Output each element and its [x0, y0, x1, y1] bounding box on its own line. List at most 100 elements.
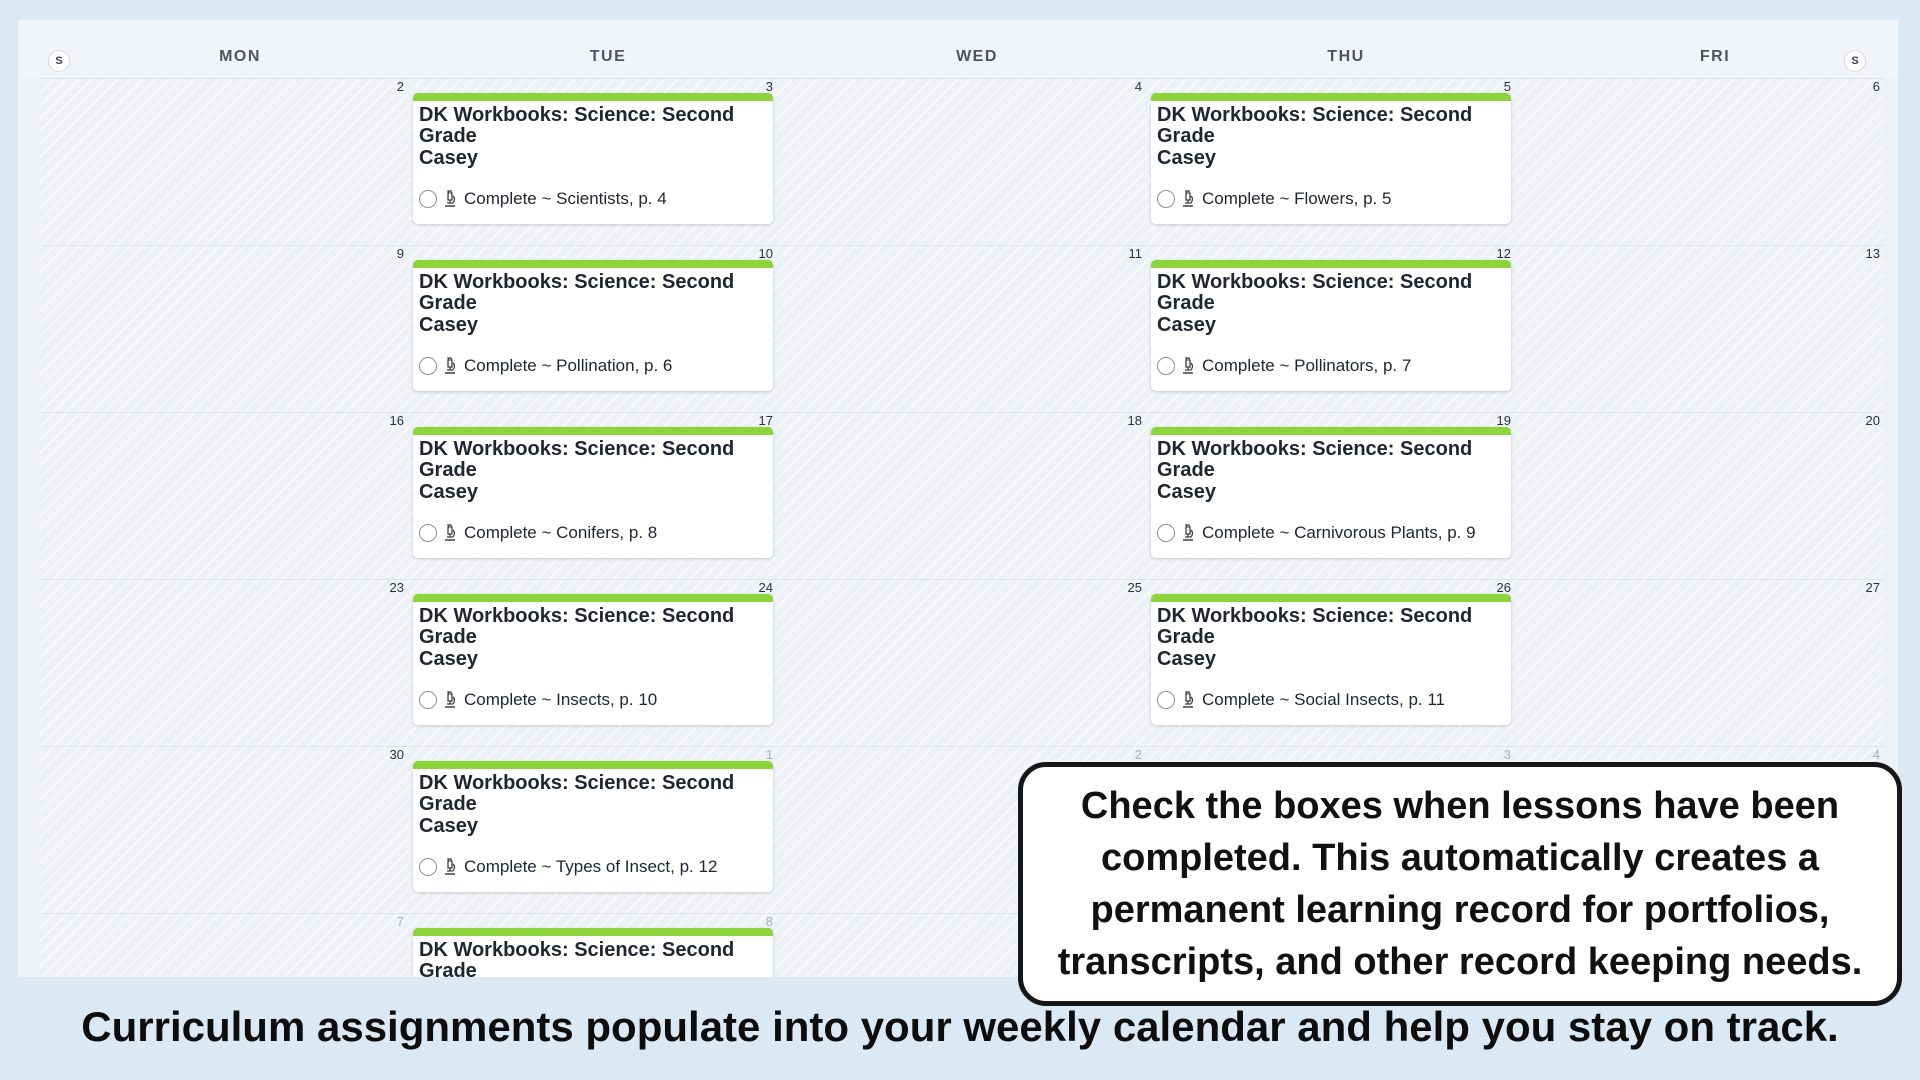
date-number: 13: [1865, 246, 1880, 261]
complete-checkbox[interactable]: [419, 524, 437, 542]
task-label: Complete ~ Insects, p. 10: [464, 690, 658, 709]
assignment-event[interactable]: DK Workbooks: Science: Second Grade Casey…: [413, 427, 773, 558]
event-title: DK Workbooks: Science: Second Grade: [419, 939, 735, 978]
assignment-event[interactable]: DK Workbooks: Science: Second Grade Casey…: [413, 260, 773, 391]
task-label: Complete ~ Scientists, p. 4: [464, 189, 667, 208]
event-student: Casey: [419, 815, 478, 837]
day-cell[interactable]: 27: [1516, 579, 1884, 746]
task-row: Complete ~ Pollinators, p. 7: [1157, 356, 1411, 376]
day-cell[interactable]: 4: [778, 78, 1146, 245]
date-number: 16: [389, 413, 404, 428]
task-row: Complete ~ Scientists, p. 4: [419, 189, 667, 209]
task-row: Complete ~ Flowers, p. 5: [1157, 189, 1391, 209]
day-header-mon: MON: [219, 48, 261, 65]
event-title: DK Workbooks: Science: Second Grade: [419, 438, 735, 481]
day-cell[interactable]: 26 DK Workbooks: Science: Second Grade Cas…: [1147, 579, 1515, 746]
day-cell[interactable]: 5 DK Workbooks: Science: Second Grade Case…: [1147, 78, 1515, 245]
assignment-event[interactable]: DK Workbooks: Science: Second Grade Casey…: [413, 761, 773, 892]
day-header-thu: THU: [1327, 48, 1365, 65]
task-row: Complete ~ Social Insects, p. 11: [1157, 690, 1445, 710]
day-header-tue: TUE: [589, 48, 627, 65]
task-label: Complete ~ Types of Insect, p. 12: [464, 857, 718, 876]
event-title: DK Workbooks: Science: Second Grade: [419, 271, 735, 314]
event-title: DK Workbooks: Science: Second Grade: [1157, 438, 1473, 481]
day-cell[interactable]: 7: [40, 913, 408, 977]
show-saturday-toggle[interactable]: S: [1844, 50, 1866, 72]
complete-checkbox[interactable]: [1157, 190, 1175, 208]
event-title: DK Workbooks: Science: Second Grade: [1157, 271, 1473, 314]
assignment-event[interactable]: DK Workbooks: Science: Second Grade Casey…: [1151, 260, 1511, 391]
day-cell[interactable]: 24 DK Workbooks: Science: Second Grade Cas…: [409, 579, 777, 746]
task-label: Complete ~ Social Insects, p. 11: [1202, 690, 1446, 709]
tip-callout: Check the boxes when lessons have been c…: [1018, 762, 1902, 1006]
day-cell[interactable]: 30: [40, 746, 408, 913]
date-number: 30: [389, 747, 404, 762]
page-caption: Curriculum assignments populate into you…: [81, 1003, 1839, 1050]
assignment-event[interactable]: DK Workbooks: Science: Second Grade Casey…: [1151, 93, 1511, 224]
day-cell[interactable]: 12 DK Workbooks: Science: Second Grade Cas…: [1147, 245, 1515, 412]
microscope-icon: [1183, 357, 1194, 374]
date-number: 11: [1128, 246, 1143, 261]
assignment-event[interactable]: DK Workbooks: Science: Second Grade Casey…: [1151, 427, 1511, 558]
date-number: 17: [758, 413, 773, 428]
task-row: Complete ~ Carnivorous Plants, p. 9: [1157, 523, 1476, 543]
task-row: Complete ~ Insects, p. 10: [419, 690, 657, 710]
microscope-icon: [445, 190, 456, 207]
day-header-wed: WED: [956, 48, 998, 65]
day-cell[interactable]: 6: [1516, 78, 1884, 245]
microscope-icon: [445, 858, 456, 875]
complete-checkbox[interactable]: [419, 858, 437, 876]
task-label: Complete ~ Conifers, p. 8: [464, 523, 658, 542]
date-number: 2: [396, 79, 404, 94]
assignment-event[interactable]: DK Workbooks: Science: Second Grade Casey…: [1151, 594, 1511, 725]
day-cell[interactable]: 16: [40, 412, 408, 579]
event-student: Casey: [1157, 314, 1216, 336]
day-cell[interactable]: 17 DK Workbooks: Science: Second Grade Cas…: [409, 412, 777, 579]
complete-checkbox[interactable]: [419, 357, 437, 375]
complete-checkbox[interactable]: [419, 190, 437, 208]
complete-checkbox[interactable]: [1157, 357, 1175, 375]
task-label: Complete ~ Pollination, p. 6: [464, 356, 673, 375]
date-number: 9: [396, 246, 404, 261]
day-cell[interactable]: 2: [40, 78, 408, 245]
microscope-icon: [445, 524, 456, 541]
complete-checkbox[interactable]: [419, 691, 437, 709]
date-number: 25: [1127, 580, 1142, 595]
assignment-event[interactable]: DK Workbooks: Science: Second Grade Casey…: [413, 93, 773, 224]
day-cell[interactable]: 1 DK Workbooks: Science: Second Grade Case…: [409, 746, 777, 913]
day-cell[interactable]: 9: [40, 245, 408, 412]
date-number: 26: [1496, 580, 1511, 595]
date-number: 5: [1503, 79, 1511, 94]
task-row: Complete ~ Conifers, p. 8: [419, 523, 657, 543]
day-cell[interactable]: 18: [778, 412, 1146, 579]
microscope-icon: [1183, 524, 1194, 541]
day-cell[interactable]: 20: [1516, 412, 1884, 579]
day-cell[interactable]: 13: [1516, 245, 1884, 412]
date-number: 20: [1865, 413, 1880, 428]
task-label: Complete ~ Pollinators, p. 7: [1202, 356, 1412, 375]
event-student: Casey: [419, 147, 478, 169]
date-number: 2: [1134, 747, 1142, 762]
microscope-icon: [1183, 190, 1194, 207]
date-number: 3: [1503, 747, 1511, 762]
event-student: Casey: [1157, 147, 1216, 169]
day-cell[interactable]: 8 DK Workbooks: Science: Second Grade: [409, 913, 777, 977]
date-number: 6: [1872, 79, 1880, 94]
day-cell[interactable]: 25: [778, 579, 1146, 746]
day-cell[interactable]: 23: [40, 579, 408, 746]
assignment-event[interactable]: DK Workbooks: Science: Second Grade Casey…: [413, 594, 773, 725]
microscope-icon: [445, 357, 456, 374]
complete-checkbox[interactable]: [1157, 524, 1175, 542]
day-cell[interactable]: 3 DK Workbooks: Science: Second Grade Case…: [409, 78, 777, 245]
date-number: 1: [765, 747, 773, 762]
event-student: Casey: [419, 314, 478, 336]
day-cell[interactable]: 10 DK Workbooks: Science: Second Grade Cas…: [409, 245, 777, 412]
task-row: Complete ~ Types of Insect, p. 12: [419, 857, 717, 877]
day-cell[interactable]: 11: [778, 245, 1146, 412]
complete-checkbox[interactable]: [1157, 691, 1175, 709]
day-cell[interactable]: 19 DK Workbooks: Science: Second Grade Cas…: [1147, 412, 1515, 579]
date-number: 8: [765, 914, 773, 929]
task-label: Complete ~ Carnivorous Plants, p. 9: [1202, 523, 1476, 542]
date-number: 4: [1134, 79, 1142, 94]
assignment-event[interactable]: DK Workbooks: Science: Second Grade: [413, 928, 773, 977]
